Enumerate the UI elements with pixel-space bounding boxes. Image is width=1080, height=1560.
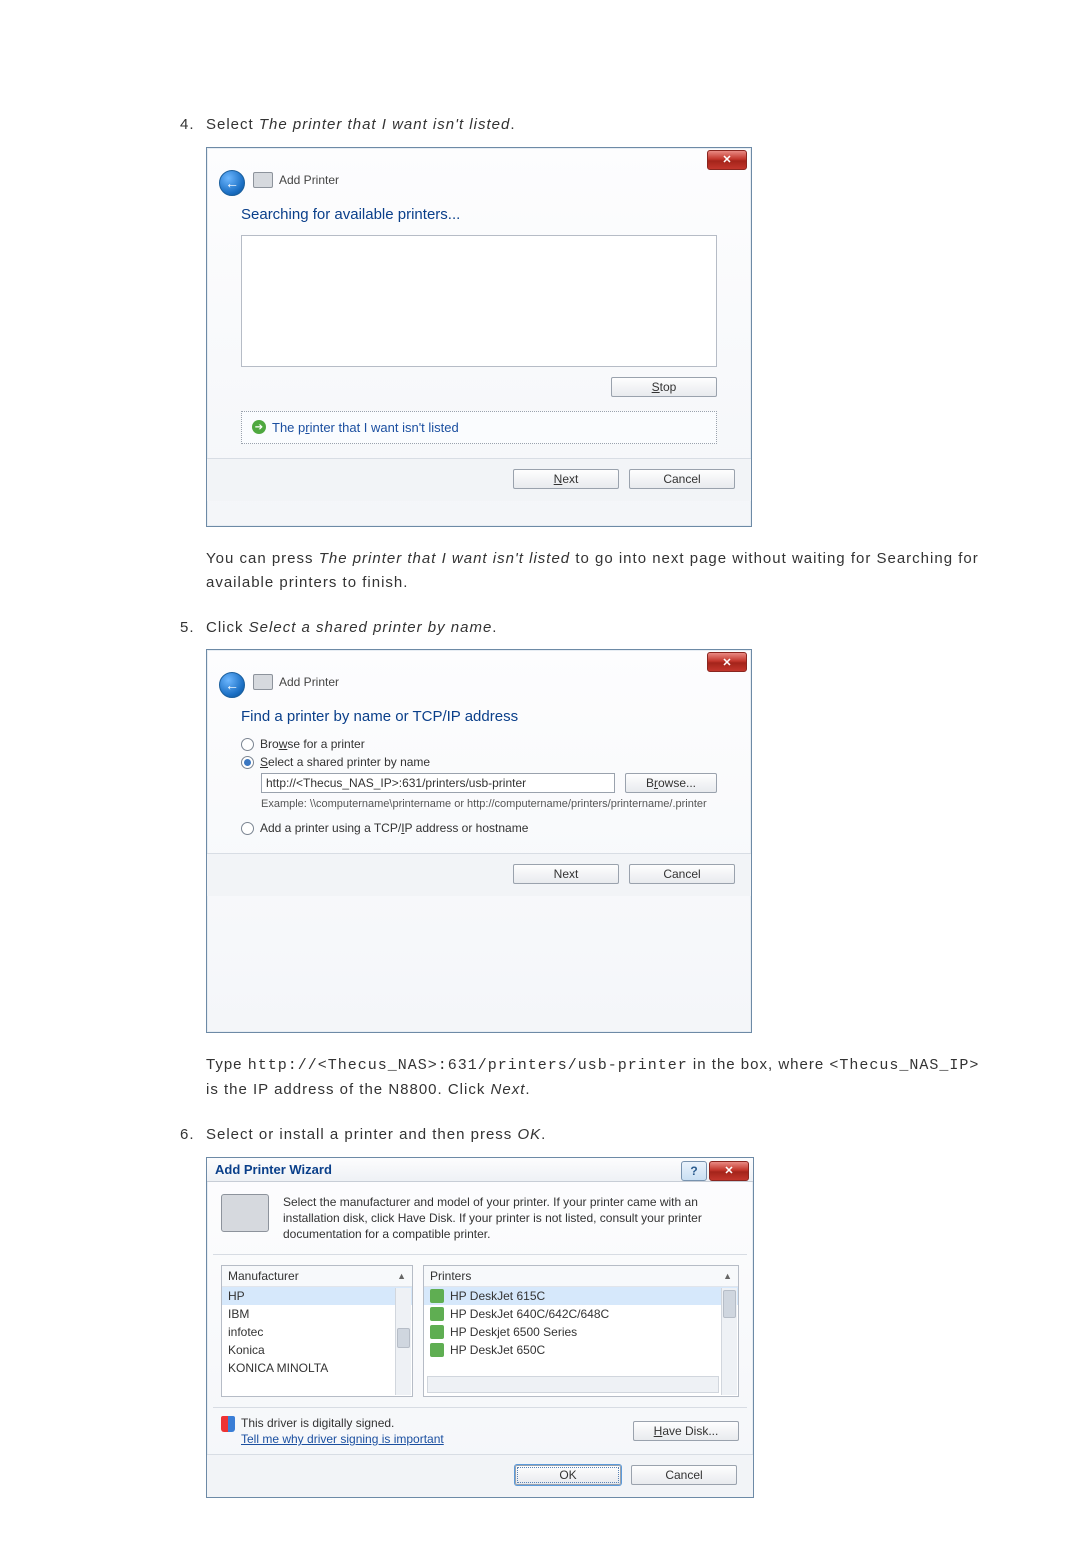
list-item[interactable]: HP DeskJet 615C [424,1287,738,1305]
step4-italic: The printer that I want isn't listed [259,116,510,133]
step4-number: 4. [180,116,206,133]
scrollbar[interactable] [395,1288,411,1395]
help-icon[interactable]: ? [681,1161,707,1181]
list-item[interactable]: IBM [222,1305,412,1323]
step6-text: Select or install a printer and then pre… [206,1124,980,1147]
add-printer-wizard-dialog: Add Printer Wizard ? ✕ Select the manufa… [206,1157,752,1499]
close-icon[interactable]: ✕ [707,150,747,170]
manufacturer-listbox[interactable]: Manufacturer ▲ HP IBM infotec Konica KONI… [221,1265,413,1397]
sort-icon: ▲ [723,1271,732,1281]
radio-browse[interactable]: Browse for a printer Browse for a printe… [241,737,717,751]
radio-icon [241,738,254,751]
add-printer-dialog-searching: ✕ ← Add Printer Searching for available … [206,147,752,527]
wizard-titlebar: Add Printer Wizard ? ✕ [207,1158,753,1182]
step5-number: 5. [180,619,206,636]
list-item[interactable]: HP DeskJet 640C/642C/648C [424,1305,738,1323]
arrow-right-icon: ➔ [252,420,266,434]
wizard-title: Add Printer Wizard [215,1162,332,1177]
step5-note: Type http://<Thecus_NAS>:631/printers/us… [206,1053,980,1102]
printer-icon [253,674,273,690]
list-item[interactable]: HP DeskJet 650C [424,1341,738,1359]
signed-info: This driver is digitally signed. Tell me… [221,1416,444,1446]
step4-note: You can press The printer that I want is… [206,547,980,595]
printers-header: Printers [430,1269,471,1283]
scrollbar[interactable] [721,1288,737,1395]
browse-button[interactable]: Browse...Browse... [625,773,717,793]
cert-icon [430,1325,444,1339]
cert-icon [430,1307,444,1321]
printers-listbox[interactable]: Printers ▲ HP DeskJet 615C HP DeskJet 640… [423,1265,739,1397]
cancel-button[interactable]: Cancel [631,1465,737,1485]
add-printer-dialog-find: ✕ ← Add Printer Find a printer by name o… [206,649,752,1033]
cancel-button[interactable]: Cancel [629,864,735,884]
wizard-description: Select the manufacturer and model of you… [283,1194,739,1243]
radio-icon [241,822,254,835]
next-button[interactable]: Next [513,864,619,884]
ok-button[interactable]: OK [515,1465,621,1485]
cert-icon [430,1343,444,1357]
back-icon[interactable]: ← [219,170,245,196]
step5-text: Click Select a shared printer by name. [206,617,980,640]
printer-icon [253,172,273,188]
step6-number: 6. [180,1126,206,1143]
stop-button[interactable]: SStoptop [611,377,717,397]
radio-icon-selected [241,756,254,769]
shield-icon [221,1416,235,1432]
printer-large-icon [221,1194,269,1232]
dialog-title-text: Add Printer [279,173,339,187]
searching-heading: Searching for available printers... [241,206,717,223]
h-scrollbar[interactable] [427,1376,719,1393]
dialog-title: Add Printer [253,172,339,188]
why-signing-link[interactable]: Tell me why driver signing is important [241,1432,444,1446]
list-item[interactable]: HP [222,1287,412,1305]
list-item[interactable]: KONICA MINOLTA [222,1359,412,1377]
list-item[interactable]: Konica [222,1341,412,1359]
printer-url-input[interactable]: http://<Thecus_NAS_IP>:631/printers/usb-… [261,773,615,793]
step4-pre: Select [206,116,259,133]
close-icon[interactable]: ✕ [709,1161,749,1181]
list-item[interactable]: HP Deskjet 6500 Series [424,1323,738,1341]
close-icon[interactable]: ✕ [707,652,747,672]
list-item[interactable]: infotec [222,1323,412,1341]
cancel-button[interactable]: Cancel [629,469,735,489]
printer-results-list[interactable] [241,235,717,367]
sort-icon: ▲ [397,1271,406,1281]
step4-post: . [510,116,515,133]
radio-shared-by-name[interactable]: Select a shared printer by name Select a… [241,755,717,769]
next-button[interactable]: NextNext [513,469,619,489]
example-hint: Example: \\computername\printername or h… [261,797,717,811]
back-icon[interactable]: ← [219,672,245,698]
have-disk-button[interactable]: Have Disk...Have Disk... [633,1421,739,1441]
step4-text: Select The printer that I want isn't lis… [206,114,980,137]
radio-tcpip[interactable]: Add a printer using a TCP/IP address or … [241,821,717,835]
find-heading: Find a printer by name or TCP/IP address [241,708,717,725]
dialog-title: Add Printer [253,674,339,690]
manufacturer-header: Manufacturer [228,1269,299,1283]
printer-not-listed-link[interactable]: ➔ The printer that I want isn't listed T… [241,411,717,444]
cert-icon [430,1289,444,1303]
